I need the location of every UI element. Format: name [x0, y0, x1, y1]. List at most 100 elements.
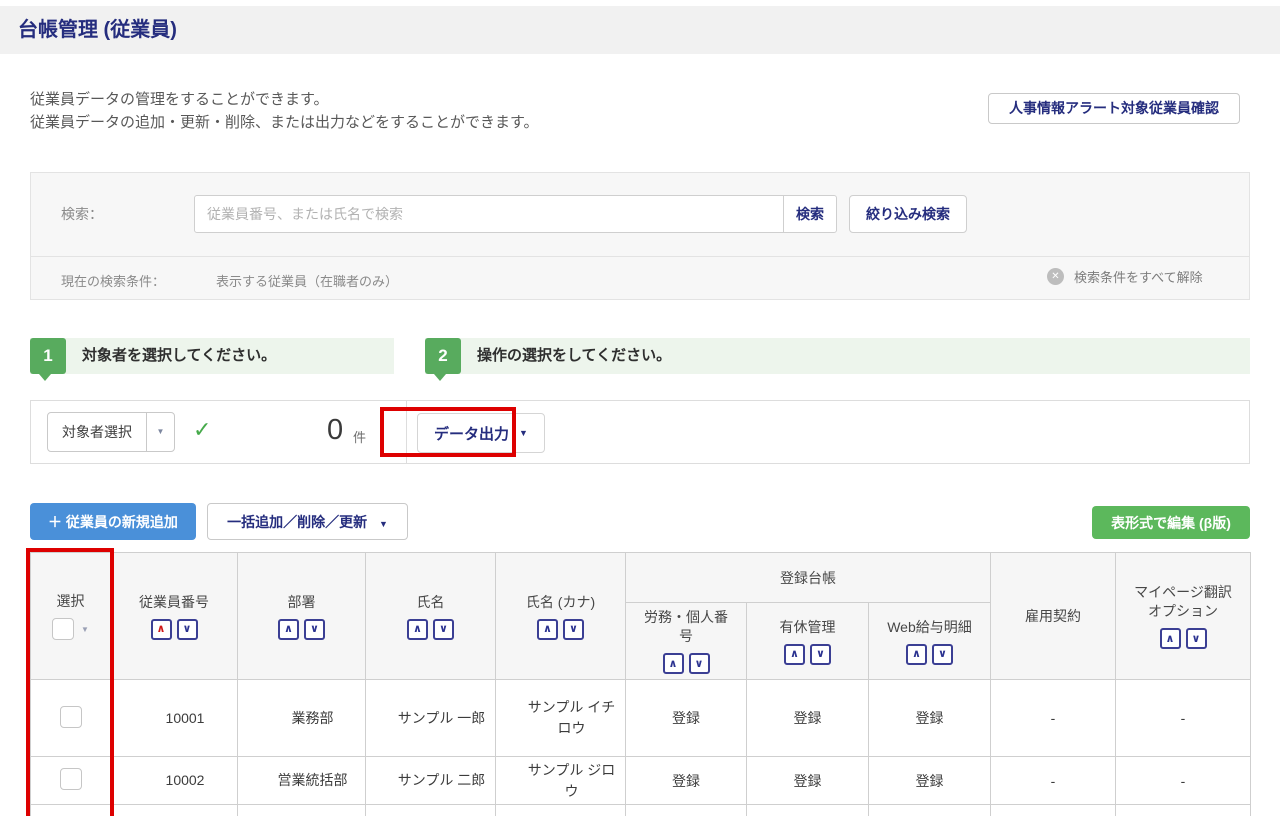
- search-panel: 検索： 検索 絞り込み検索 現在の検索条件： 表示する従業員（在職者のみ） ✕ …: [30, 172, 1250, 300]
- row-checkbox[interactable]: [60, 768, 82, 790]
- chevron-down-icon: ▼: [379, 519, 388, 529]
- chevron-down-icon[interactable]: ▼: [81, 625, 89, 634]
- header-select: 選択 ▼: [31, 553, 111, 680]
- bulk-update-dropdown-button[interactable]: 一括追加／削除／更新 ▼: [207, 503, 408, 540]
- step1-badge: 1: [30, 338, 66, 374]
- step1-banner: 1 対象者を選択してください。: [30, 338, 394, 374]
- clear-all-conditions[interactable]: ✕ 検索条件をすべて解除: [1047, 267, 1203, 286]
- row-select-cell: [31, 805, 111, 816]
- row-select-cell: [31, 680, 111, 757]
- chevron-down-icon: ▼: [519, 428, 528, 438]
- header-web-payslip-label: Web給与明細: [887, 618, 972, 637]
- sort-desc-button[interactable]: ∨: [433, 619, 454, 640]
- sort-desc-button[interactable]: ∨: [932, 644, 953, 665]
- table-row: 10002 営業統括部 サンプル 二郎 サンプル ジロウ 登録 登録 登録 - …: [31, 757, 1251, 805]
- header-department: 部署 ∧ ∨: [238, 553, 366, 680]
- data-export-label: データ出力: [434, 423, 509, 444]
- cell-contract: -: [991, 757, 1116, 805]
- cell-mypage: -: [1116, 680, 1251, 757]
- cell-name: サンプル 一郎: [366, 680, 496, 757]
- add-employee-button[interactable]: ＋ 従業員の新規追加: [30, 503, 196, 540]
- data-export-button[interactable]: データ出力 ▼: [417, 413, 545, 453]
- header-registered-ledgers: 登録台帳: [626, 553, 991, 603]
- header-web-payslip: Web給与明細 ∧ ∨: [869, 603, 991, 680]
- target-select-label: 対象者選択: [48, 413, 146, 451]
- selected-count-unit: 件: [353, 427, 366, 446]
- header-mypage-translation: マイページ翻訳オプション ∧ ∨: [1116, 553, 1251, 680]
- table-edit-beta-button[interactable]: 表形式で編集 (β版): [1092, 506, 1250, 539]
- cell-kana: サンプル イチロウ: [496, 680, 626, 757]
- header-labor-mynumber-label: 労務・個人番号: [640, 608, 732, 646]
- sort-desc-button[interactable]: ∨: [810, 644, 831, 665]
- sort-asc-button[interactable]: ∧: [407, 619, 428, 640]
- sort-asc-button[interactable]: ∧: [663, 653, 684, 674]
- cell-payslip: 登録: [869, 680, 991, 757]
- header-labor-mynumber: 労務・個人番号 ∧ ∨: [626, 603, 747, 680]
- filter-search-button[interactable]: 絞り込み検索: [849, 195, 967, 233]
- cell-payslip: 登録: [869, 757, 991, 805]
- cell-labor: 登録: [626, 680, 747, 757]
- cell-leave: 登録: [747, 757, 869, 805]
- header-band: 台帳管理 (従業員): [0, 6, 1280, 54]
- divider: [406, 401, 407, 463]
- step2-badge-tail: [434, 374, 446, 381]
- search-label: 検索：: [61, 204, 103, 224]
- row-checkbox[interactable]: [60, 706, 82, 728]
- sort-asc-button[interactable]: ∧: [537, 619, 558, 640]
- step2-text: 操作の選択をしてください。: [477, 338, 671, 374]
- sort-desc-button[interactable]: ∨: [1186, 628, 1207, 649]
- check-icon: ✓: [193, 417, 211, 443]
- clear-all-label: 検索条件をすべて解除: [1074, 267, 1203, 286]
- table-row: 10001 業務部 サンプル 一郎 サンプル イチロウ 登録 登録 登録 - -: [31, 680, 1251, 757]
- cell-dept: 営業統括部: [238, 757, 366, 805]
- divider: [31, 256, 1249, 257]
- cell-name: サンプル 二郎: [366, 757, 496, 805]
- step2-badge: 2: [425, 338, 461, 374]
- header-mypage-translation-label: マイページ翻訳オプション: [1130, 583, 1236, 621]
- header-employee-number: 従業員番号 ∧ ∨: [111, 553, 238, 680]
- cell-labor: 登録: [626, 757, 747, 805]
- bulk-update-label: 一括追加／削除／更新: [227, 514, 367, 530]
- sort-asc-button[interactable]: ∧: [278, 619, 299, 640]
- sort-desc-button[interactable]: ∨: [563, 619, 584, 640]
- current-conditions-value: 表示する従業員（在職者のみ）: [216, 271, 398, 290]
- clear-circle-x-icon[interactable]: ✕: [1047, 268, 1064, 285]
- current-conditions-label: 現在の検索条件：: [61, 271, 165, 290]
- cell-mypage: -: [1116, 757, 1251, 805]
- cell-emp-no: 10002: [111, 757, 238, 805]
- sort-asc-button[interactable]: ∧: [784, 644, 805, 665]
- step1-badge-tail: [39, 374, 51, 381]
- target-select-dropdown[interactable]: 対象者選択 ▼: [47, 412, 175, 452]
- selection-operation-row: 対象者選択 ▼ ✓ 0 件 データ出力 ▼: [30, 400, 1250, 464]
- cell-contract: -: [991, 680, 1116, 757]
- employee-table: 選択 ▼ 従業員番号 ∧ ∨ 部署: [30, 552, 1251, 816]
- select-all-checkbox[interactable]: [52, 618, 74, 640]
- header-name-label: 氏名: [417, 593, 445, 612]
- cell-dept: 業務部: [238, 680, 366, 757]
- hr-alert-check-button[interactable]: 人事情報アラート対象従業員確認: [988, 93, 1240, 124]
- sort-desc-button[interactable]: ∨: [689, 653, 710, 674]
- sort-asc-button[interactable]: ∧: [1160, 628, 1181, 649]
- sort-desc-button[interactable]: ∨: [304, 619, 325, 640]
- sort-asc-button[interactable]: ∧: [906, 644, 927, 665]
- step1-text: 対象者を選択してください。: [82, 338, 276, 374]
- search-input[interactable]: [194, 195, 784, 233]
- sort-desc-button[interactable]: ∨: [177, 619, 198, 640]
- description-line-2: 従業員データの追加・更新・削除、または出力などをすることができます。: [30, 111, 539, 134]
- search-button[interactable]: 検索: [783, 195, 837, 233]
- step2-banner: 2 操作の選択をしてください。: [425, 338, 1250, 374]
- table-row: [31, 805, 1251, 816]
- cell-emp-no: 10001: [111, 680, 238, 757]
- header-employee-number-label: 従業員番号: [139, 593, 209, 612]
- cell-kana: サンプル ジロウ: [496, 757, 626, 805]
- selected-count: 0: [327, 414, 343, 447]
- header-department-label: 部署: [288, 593, 316, 612]
- sort-asc-button[interactable]: ∧: [151, 619, 172, 640]
- page-description: 従業員データの管理をすることができます。 従業員データの追加・更新・削除、または…: [30, 88, 539, 134]
- description-line-1: 従業員データの管理をすることができます。: [30, 88, 539, 111]
- chevron-down-icon[interactable]: ▼: [146, 413, 174, 451]
- row-select-cell: [31, 757, 111, 805]
- header-paid-leave-label: 有休管理: [780, 618, 836, 637]
- header-select-label: 選択: [57, 592, 85, 611]
- page: 台帳管理 (従業員) 従業員データの管理をすることができます。 従業員データの追…: [0, 0, 1280, 816]
